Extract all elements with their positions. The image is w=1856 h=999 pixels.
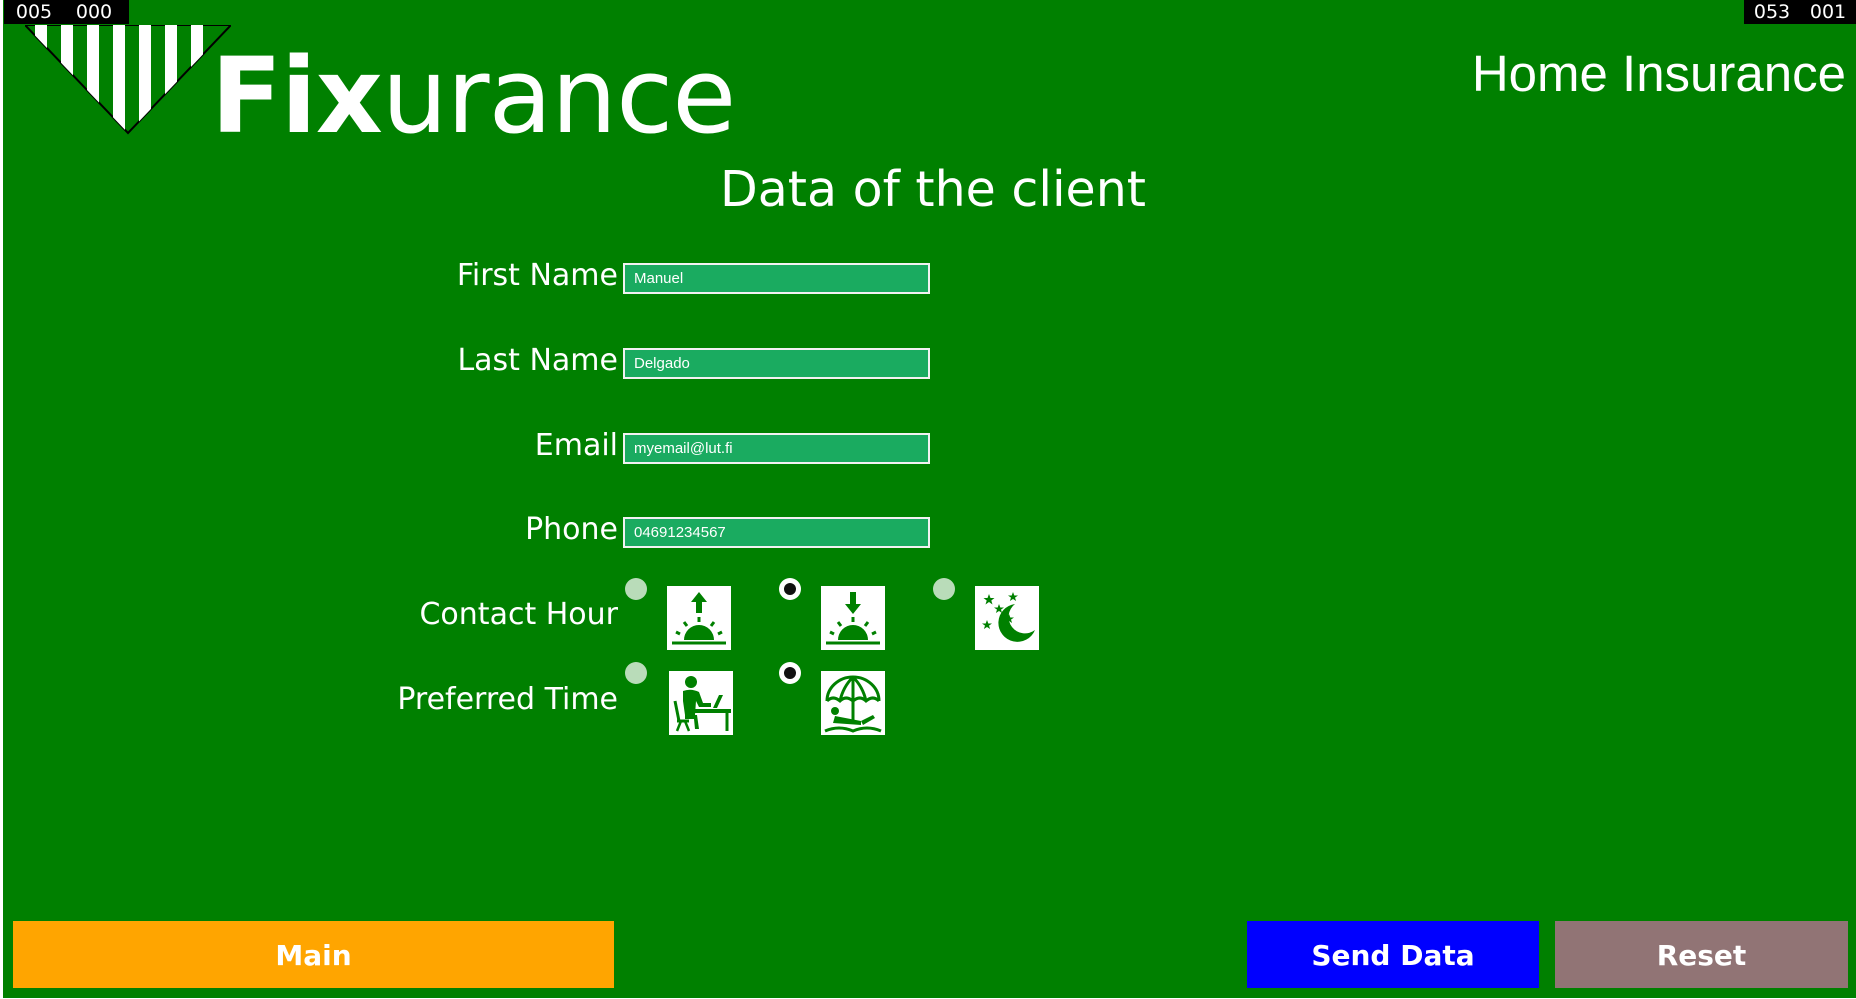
preferred-time-leisure-radio[interactable] — [779, 662, 801, 684]
form-title: Data of the client — [720, 161, 1146, 218]
reset-button[interactable]: Reset — [1555, 921, 1848, 988]
last-name-label: Last Name — [457, 343, 618, 378]
office-worker-icon[interactable] — [669, 671, 733, 735]
first-name-input[interactable] — [623, 263, 930, 294]
sunset-icon[interactable] — [821, 586, 885, 650]
first-name-label: First Name — [456, 258, 618, 293]
brand-logo-text: Fixurance — [211, 35, 736, 157]
counter-right-value-2: 001 — [1809, 1, 1847, 23]
contact-hour-night-radio[interactable] — [933, 578, 955, 600]
main-button[interactable]: Main — [13, 921, 614, 988]
counter-left-value-2: 000 — [75, 1, 113, 23]
send-data-button[interactable]: Send Data — [1247, 921, 1539, 988]
app-window: 005 000 053 001 Fixurance Home Insurance D… — [3, 0, 1856, 998]
contact-hour-label: Contact Hour — [419, 597, 618, 632]
brand-name-light: urance — [381, 35, 736, 157]
phone-input[interactable] — [623, 517, 930, 548]
beach-umbrella-icon[interactable] — [821, 671, 885, 735]
counter-right-value-1: 053 — [1753, 1, 1791, 23]
counter-left: 005 000 — [4, 0, 129, 24]
counter-right: 053 001 — [1744, 0, 1856, 24]
contact-hour-morning-radio[interactable] — [625, 578, 647, 600]
last-name-input[interactable] — [623, 348, 930, 379]
email-label: Email — [534, 428, 618, 463]
sunrise-icon[interactable] — [667, 586, 731, 650]
brand-name-strong: Fix — [211, 35, 383, 157]
email-input[interactable] — [623, 433, 930, 464]
preferred-time-work-radio[interactable] — [625, 662, 647, 684]
moon-stars-icon[interactable] — [975, 586, 1039, 650]
preferred-time-label: Preferred Time — [397, 682, 618, 717]
contact-hour-afternoon-radio[interactable] — [779, 578, 801, 600]
page-heading: Home Insurance — [1471, 45, 1846, 102]
counter-left-value-1: 005 — [15, 1, 53, 23]
logo-triangle-icon — [25, 25, 231, 135]
phone-label: Phone — [525, 512, 618, 547]
